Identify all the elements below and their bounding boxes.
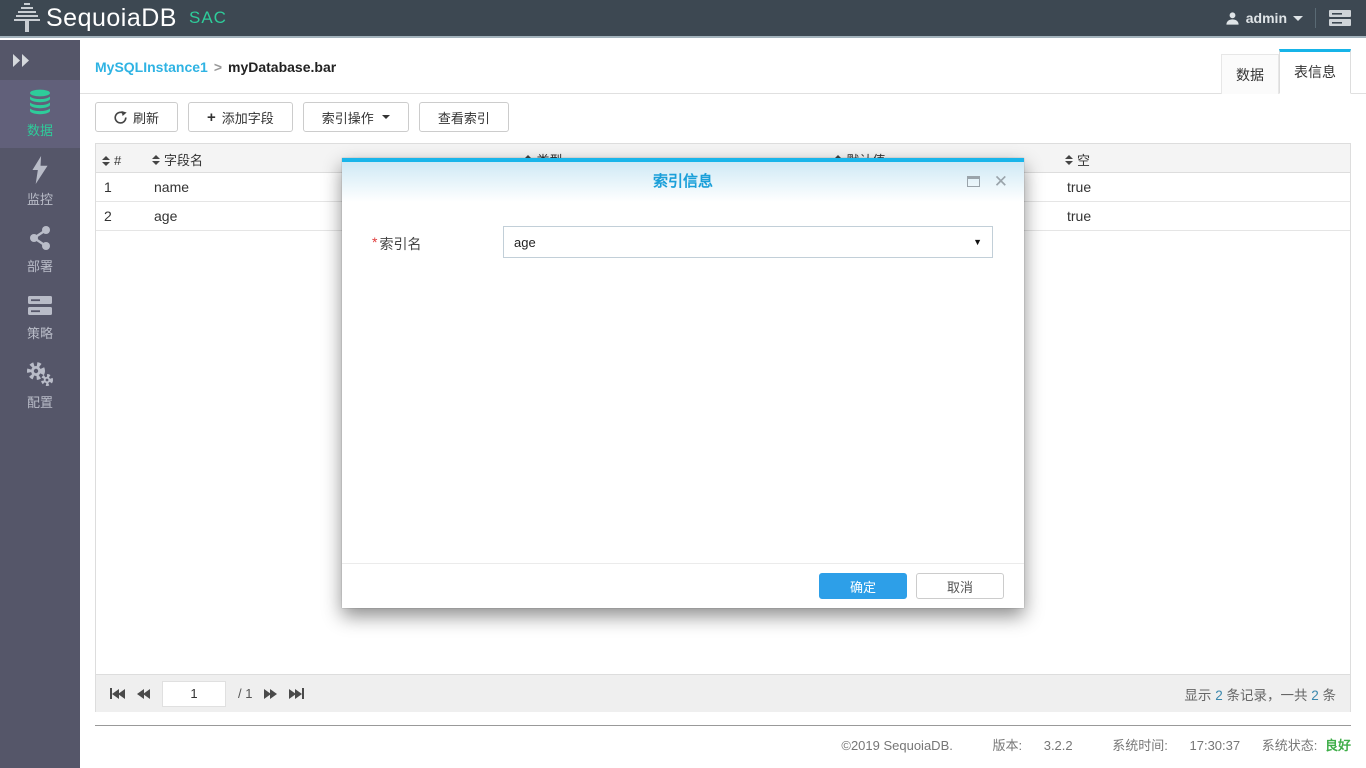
add-field-button[interactable]: + 添加字段 — [188, 102, 293, 132]
gears-icon — [26, 361, 54, 387]
sidebar-item-label: 监控 — [26, 192, 53, 207]
record-summary: 显示 2 条记录，一共 2 条 — [1184, 687, 1336, 703]
toolbar: 刷新 + 添加字段 索引操作 查看索引 — [95, 94, 1351, 143]
sidebar-item-label: 策略 — [26, 326, 53, 341]
system-status-label: 系统状态: — [1261, 738, 1318, 753]
prev-page-button[interactable] — [137, 688, 150, 699]
sidebar-item-config[interactable]: 配置 — [0, 352, 80, 420]
first-page-button[interactable] — [110, 688, 125, 699]
index-operations-button[interactable]: 索引操作 — [302, 102, 409, 132]
dialog-footer: 确定 取消 — [342, 563, 1024, 608]
view-index-label: 查看索引 — [437, 110, 490, 126]
sort-icon — [152, 154, 160, 165]
user-icon — [1225, 11, 1240, 26]
index-name-select[interactable]: age ▼ — [503, 226, 993, 258]
cancel-button[interactable]: 取消 — [916, 573, 1004, 599]
sequoia-tree-icon — [14, 2, 40, 34]
pagination-bar: / 1 显示 2 条记录，一共 2 条 — [96, 674, 1350, 712]
topbar-divider — [1315, 8, 1316, 28]
share-icon — [27, 225, 53, 251]
sidebar-item-deploy[interactable]: 部署 — [0, 216, 80, 284]
breadcrumb-current: myDatabase.bar — [228, 59, 337, 75]
select-caret-icon: ▼ — [973, 237, 982, 247]
ok-button[interactable]: 确定 — [819, 573, 907, 599]
page-header: MySQLInstance1 > myDatabase.bar 数据 表信息 — [80, 40, 1366, 94]
cell-num: 2 — [96, 201, 146, 231]
maximize-icon[interactable] — [967, 176, 980, 187]
copyright-text: ©2019 SequoiaDB. — [841, 738, 953, 753]
sidebar-item-label: 部署 — [26, 259, 53, 274]
product-name: SequoiaDB — [46, 3, 177, 32]
status-badge: 良好 — [1324, 738, 1351, 753]
breadcrumb: MySQLInstance1 > myDatabase.bar — [95, 40, 336, 94]
database-icon — [26, 89, 54, 115]
sort-icon — [102, 155, 110, 166]
dialog-title: 索引信息 — [652, 173, 713, 190]
footer-info: ©2019 SequoiaDB. 版本: 3.2.2 系统时间: 17:30:3… — [95, 735, 1351, 754]
version-text: 版本: 3.2.2 — [992, 738, 1073, 753]
double-chevron-right-icon — [13, 53, 29, 67]
user-menu[interactable]: admin — [1225, 10, 1303, 26]
sidebar-item-monitor[interactable]: 监控 — [0, 148, 80, 216]
product-suffix: SAC — [188, 8, 227, 27]
column-header-num[interactable]: # — [96, 143, 146, 173]
refresh-icon — [114, 110, 127, 124]
dialog-header: 索引信息 ✕ — [342, 162, 1024, 202]
sidebar-nav: 数据 监控 部署 策略 配置 — [0, 40, 80, 768]
chevron-down-icon — [1293, 15, 1303, 21]
refresh-label: 刷新 — [133, 110, 160, 126]
tab-table-info[interactable]: 表信息 — [1279, 49, 1351, 94]
cell-num: 1 — [96, 172, 146, 202]
footer-divider — [95, 725, 1351, 726]
sidebar-item-data[interactable]: 数据 — [0, 80, 80, 148]
plus-icon: + — [207, 108, 216, 126]
app-logo: SequoiaDB SAC — [14, 2, 227, 34]
user-name: admin — [1245, 10, 1287, 26]
lightning-icon — [29, 156, 51, 184]
add-field-label: 添加字段 — [221, 110, 274, 126]
close-icon[interactable]: ✕ — [994, 170, 1008, 194]
sort-icon — [1065, 154, 1073, 165]
sidebar-item-strategy[interactable]: 策略 — [0, 284, 80, 352]
column-header-nullable[interactable]: 空 — [1059, 143, 1350, 173]
sidebar-item-label: 数据 — [26, 123, 53, 138]
refresh-button[interactable]: 刷新 — [95, 102, 179, 132]
cell-nullable: true — [1059, 201, 1350, 231]
view-index-button[interactable]: 查看索引 — [418, 102, 509, 132]
page-number-input[interactable] — [162, 680, 226, 707]
sidebar-collapse-button[interactable] — [0, 40, 80, 80]
breadcrumb-instance-link[interactable]: MySQLInstance1 — [95, 59, 208, 75]
servers-icon — [26, 294, 54, 318]
cell-nullable: true — [1059, 172, 1350, 202]
dialog-body: * 索引名 age ▼ — [342, 202, 1024, 563]
index-info-dialog: 索引信息 ✕ * 索引名 age ▼ 确定 取消 — [342, 158, 1024, 608]
breadcrumb-separator: > — [213, 59, 223, 75]
index-name-label: * 索引名 — [372, 234, 422, 252]
top-bar: SequoiaDB SAC admin — [0, 0, 1366, 38]
index-operations-label: 索引操作 — [321, 110, 374, 126]
sidebar-item-label: 配置 — [26, 395, 53, 410]
view-tabs: 数据 表信息 — [1221, 49, 1351, 94]
system-time-text: 系统时间: 17:30:37 — [1112, 738, 1241, 753]
last-page-button[interactable] — [289, 688, 305, 699]
host-list-button[interactable] — [1328, 8, 1352, 28]
chevron-down-icon — [381, 115, 390, 119]
required-asterisk: * — [372, 234, 378, 250]
total-pages-label: / 1 — [238, 686, 253, 701]
next-page-button[interactable] — [264, 688, 278, 699]
page-footer: ©2019 SequoiaDB. 版本: 3.2.2 系统时间: 17:30:3… — [95, 712, 1351, 768]
tab-data[interactable]: 数据 — [1221, 54, 1279, 94]
selected-index-value: age — [514, 234, 536, 250]
